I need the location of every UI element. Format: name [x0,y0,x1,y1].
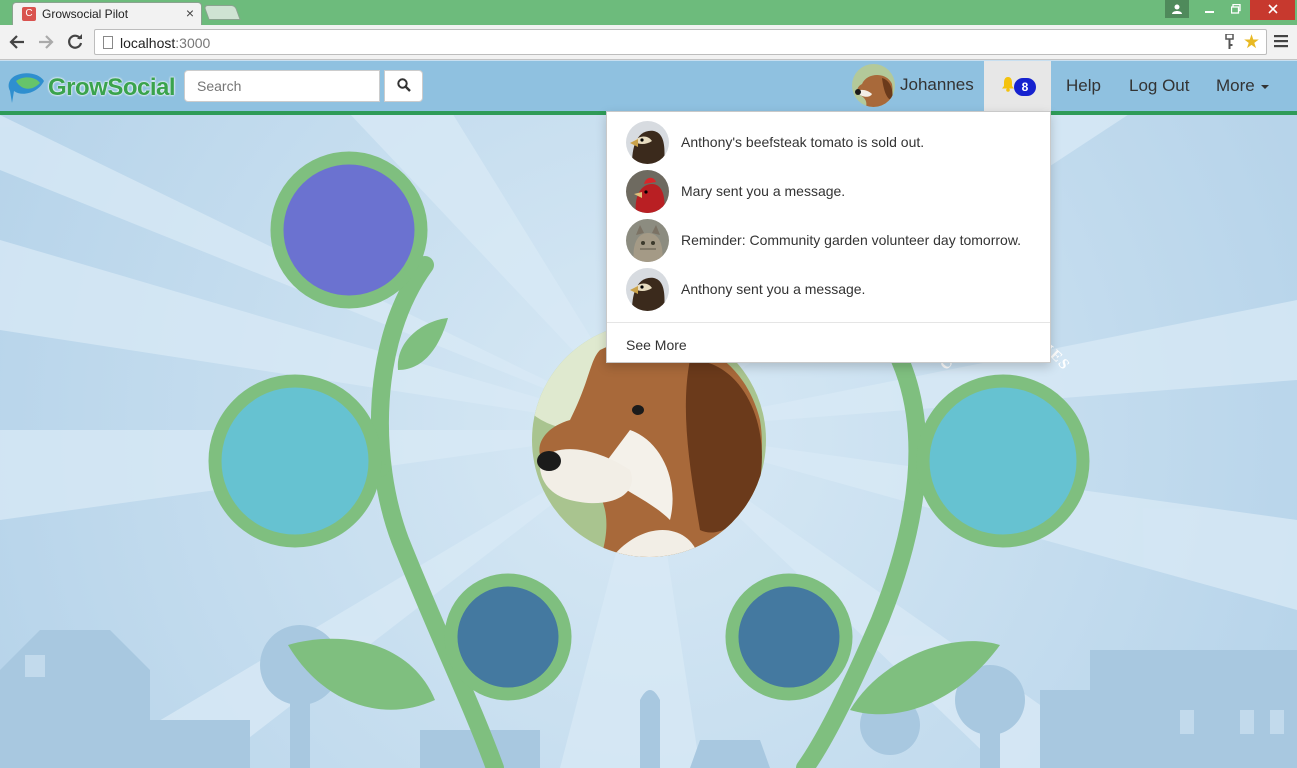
logout-link[interactable]: Log Out [1129,76,1190,96]
user-avatar[interactable] [852,64,895,107]
help-link[interactable]: Help [1066,76,1101,96]
eagle-avatar [626,268,669,311]
notification-text: Mary sent you a message. [681,183,846,199]
search-icon [396,77,411,92]
more-label: More [1216,76,1255,95]
notification-item[interactable]: Mary sent you a message. [607,170,1052,219]
new-tab-button[interactable] [203,5,241,20]
browser-menu-icon[interactable] [1271,31,1291,53]
brand-name[interactable]: GrowSocial [48,74,176,102]
more-menu[interactable]: More [1216,76,1269,96]
browser-toolbar: localhost:3000 ★ [0,25,1297,60]
notifications-toggle[interactable]: 8 [984,61,1051,111]
notification-item[interactable]: Reminder: Community garden volunteer day… [607,219,1052,268]
see-more-link[interactable]: See More [626,337,687,353]
notification-badge: 8 [1014,78,1036,96]
caret-down-icon [1260,84,1269,89]
restore-icon[interactable] [1224,0,1248,20]
reload-icon[interactable] [64,31,86,53]
notification-item[interactable]: Anthony's beefsteak tomato is sold out. [607,121,1052,170]
rooster-avatar [626,170,669,213]
url-text: localhost:3000 [120,35,211,51]
user-name[interactable]: Johannes [900,75,974,95]
tab-close-icon[interactable]: × [186,5,194,21]
address-bar[interactable]: localhost:3000 ★ [94,29,1267,55]
notification-text: Anthony's beefsteak tomato is sold out. [681,134,925,150]
forward-icon[interactable] [35,31,57,53]
search-button[interactable] [384,70,423,102]
notification-text: Anthony sent you a message. [681,281,866,297]
minimize-icon[interactable] [1198,0,1222,20]
back-icon[interactable] [6,31,28,53]
key-icon[interactable] [1225,33,1234,53]
page-icon [103,36,113,49]
notification-text: Reminder: Community garden volunteer day… [681,232,1022,248]
close-window-icon[interactable] [1250,0,1295,20]
browser-tab-strip: C Growsocial Pilot × [0,0,1297,25]
search-input[interactable] [184,70,380,102]
tab-title: Growsocial Pilot [42,7,129,21]
browser-tab[interactable]: C Growsocial Pilot × [12,2,202,25]
dropdown-divider [607,322,1050,323]
growsocial-logo-icon[interactable] [8,71,48,105]
notification-item[interactable]: Anthony sent you a message. [607,268,1052,317]
notifications-dropdown: Anthony's beefsteak tomato is sold out. … [606,111,1051,363]
favicon-icon: C [22,7,36,21]
profile-icon[interactable] [1165,0,1189,18]
bookmark-star-icon[interactable]: ★ [1243,31,1260,54]
eagle-avatar [626,121,669,164]
cat-avatar [626,219,669,262]
bell-icon [1002,77,1014,92]
